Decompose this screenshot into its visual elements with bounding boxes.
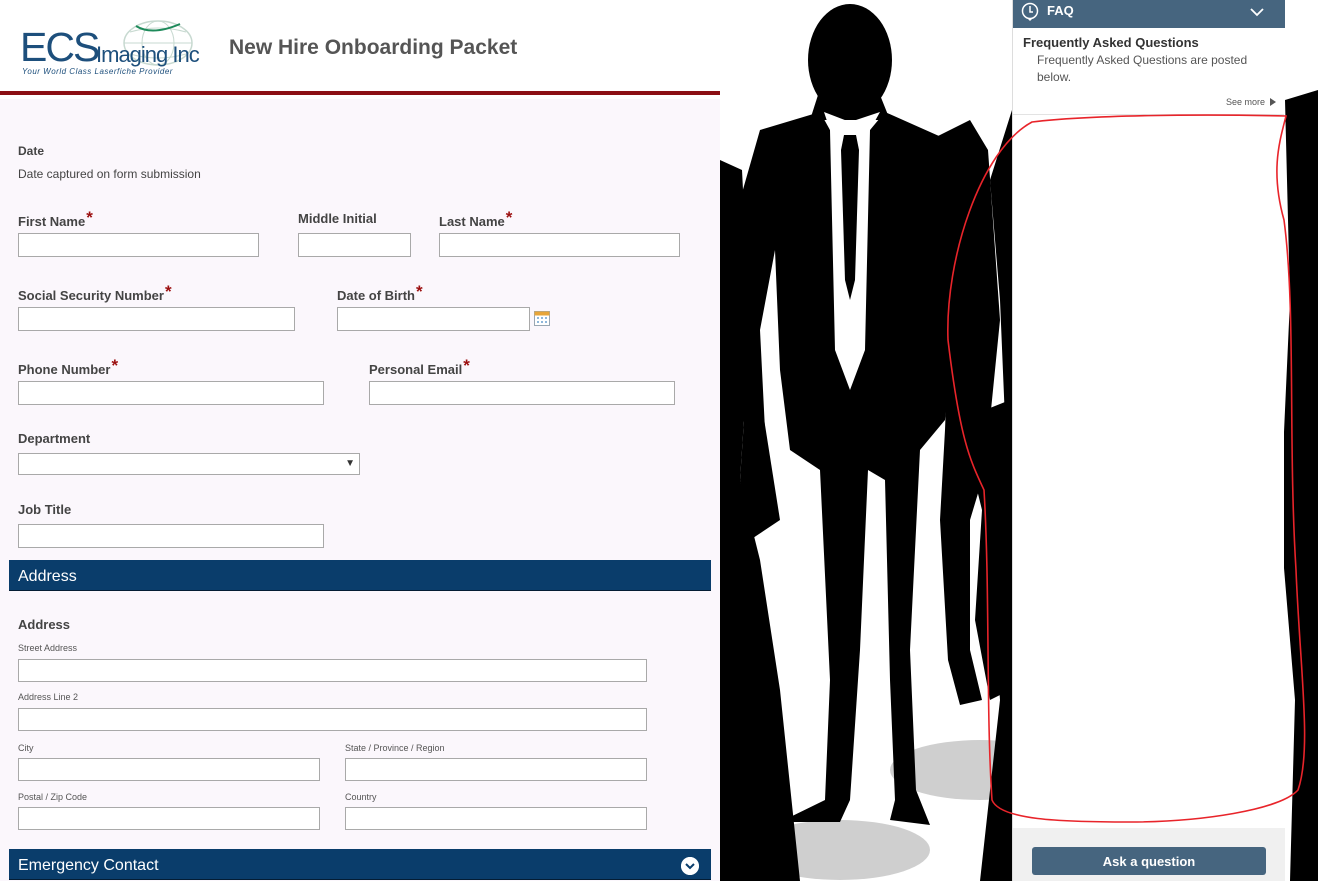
chevron-down-icon[interactable] — [681, 857, 699, 875]
zip-label: Postal / Zip Code — [18, 792, 88, 802]
email-label: Personal Email* — [369, 356, 470, 377]
dob-input[interactable] — [337, 307, 530, 331]
emergency-contact-title: Emergency Contact — [18, 857, 159, 874]
first-name-input[interactable] — [18, 233, 259, 257]
ask-a-question-button[interactable]: Ask a question — [1032, 847, 1266, 875]
state-label: State / Province / Region — [345, 743, 445, 753]
city-input[interactable] — [18, 758, 320, 781]
ssn-label: Social Security Number* — [18, 282, 172, 303]
logo-tagline: Your World Class Laserfiche Provider — [22, 67, 173, 76]
address-section-header[interactable]: Address — [9, 560, 711, 591]
required-marker: * — [416, 282, 423, 301]
job-title-label: Job Title — [18, 502, 72, 517]
faq-clock-icon — [1021, 2, 1039, 21]
required-marker: * — [463, 356, 470, 375]
last-name-label: Last Name* — [439, 208, 513, 229]
department-select[interactable]: ▼ — [18, 453, 360, 475]
address-line2-input[interactable] — [18, 708, 647, 731]
required-marker: * — [111, 356, 119, 375]
faq-header-title: FAQ — [1047, 3, 1074, 18]
required-marker: * — [505, 208, 513, 227]
dob-label: Date of Birth* — [337, 282, 423, 303]
onboarding-form-page: ECS Imaging Inc Your World Class Laserfi… — [0, 0, 720, 881]
ssn-input[interactable] — [18, 307, 295, 331]
required-marker: * — [86, 208, 93, 227]
country-label: Country — [345, 792, 377, 802]
faq-footer: Ask a question — [1013, 828, 1285, 881]
first-name-label: First Name* — [18, 208, 93, 229]
chevron-down-icon[interactable] — [1250, 7, 1264, 17]
department-label: Department — [18, 431, 91, 446]
dropdown-arrow-icon: ▼ — [345, 458, 355, 469]
middle-initial-label: Middle Initial — [298, 211, 377, 226]
last-name-input[interactable] — [439, 233, 680, 257]
state-input[interactable] — [345, 758, 647, 781]
calendar-icon[interactable] — [534, 310, 550, 326]
emergency-contact-section-header[interactable]: Emergency Contact — [9, 849, 711, 880]
form-header: ECS Imaging Inc Your World Class Laserfi… — [0, 0, 720, 95]
faq-question-body: Frequently Asked Questions are posted be… — [1037, 53, 1248, 84]
address-label: Address — [18, 617, 71, 632]
logo-ecs-text: ECS — [20, 24, 100, 70]
faq-header[interactable]: FAQ — [1013, 0, 1285, 28]
date-label: Date — [18, 144, 45, 158]
required-marker: * — [164, 282, 172, 301]
country-input[interactable] — [345, 807, 647, 830]
faq-divider — [1013, 114, 1284, 115]
faq-question-title: Frequently Asked Questions — [1023, 35, 1199, 50]
street-address-label: Street Address — [18, 643, 78, 653]
zip-input[interactable] — [18, 807, 320, 830]
caret-right-icon[interactable] — [1270, 98, 1276, 106]
middle-initial-input[interactable] — [298, 233, 411, 257]
faq-panel: FAQ Frequently Asked Questions Frequentl… — [1012, 0, 1285, 881]
page-title: New Hire Onboarding Packet — [229, 36, 518, 59]
email-input[interactable] — [369, 381, 675, 405]
phone-input[interactable] — [18, 381, 324, 405]
date-note: Date captured on form submission — [18, 167, 201, 181]
ecs-imaging-logo: ECS Imaging Inc Your World Class Laserfi… — [18, 18, 208, 80]
form-body: Date Date captured on form submission Fi… — [0, 99, 720, 881]
see-more-link[interactable]: See more — [1226, 97, 1265, 107]
street-address-input[interactable] — [18, 659, 647, 682]
phone-label: Phone Number* — [18, 356, 119, 377]
city-label: City — [18, 743, 34, 753]
address-line2-label: Address Line 2 — [18, 692, 79, 702]
job-title-input[interactable] — [18, 524, 324, 548]
logo-imaging-text: Imaging Inc — [96, 42, 200, 67]
